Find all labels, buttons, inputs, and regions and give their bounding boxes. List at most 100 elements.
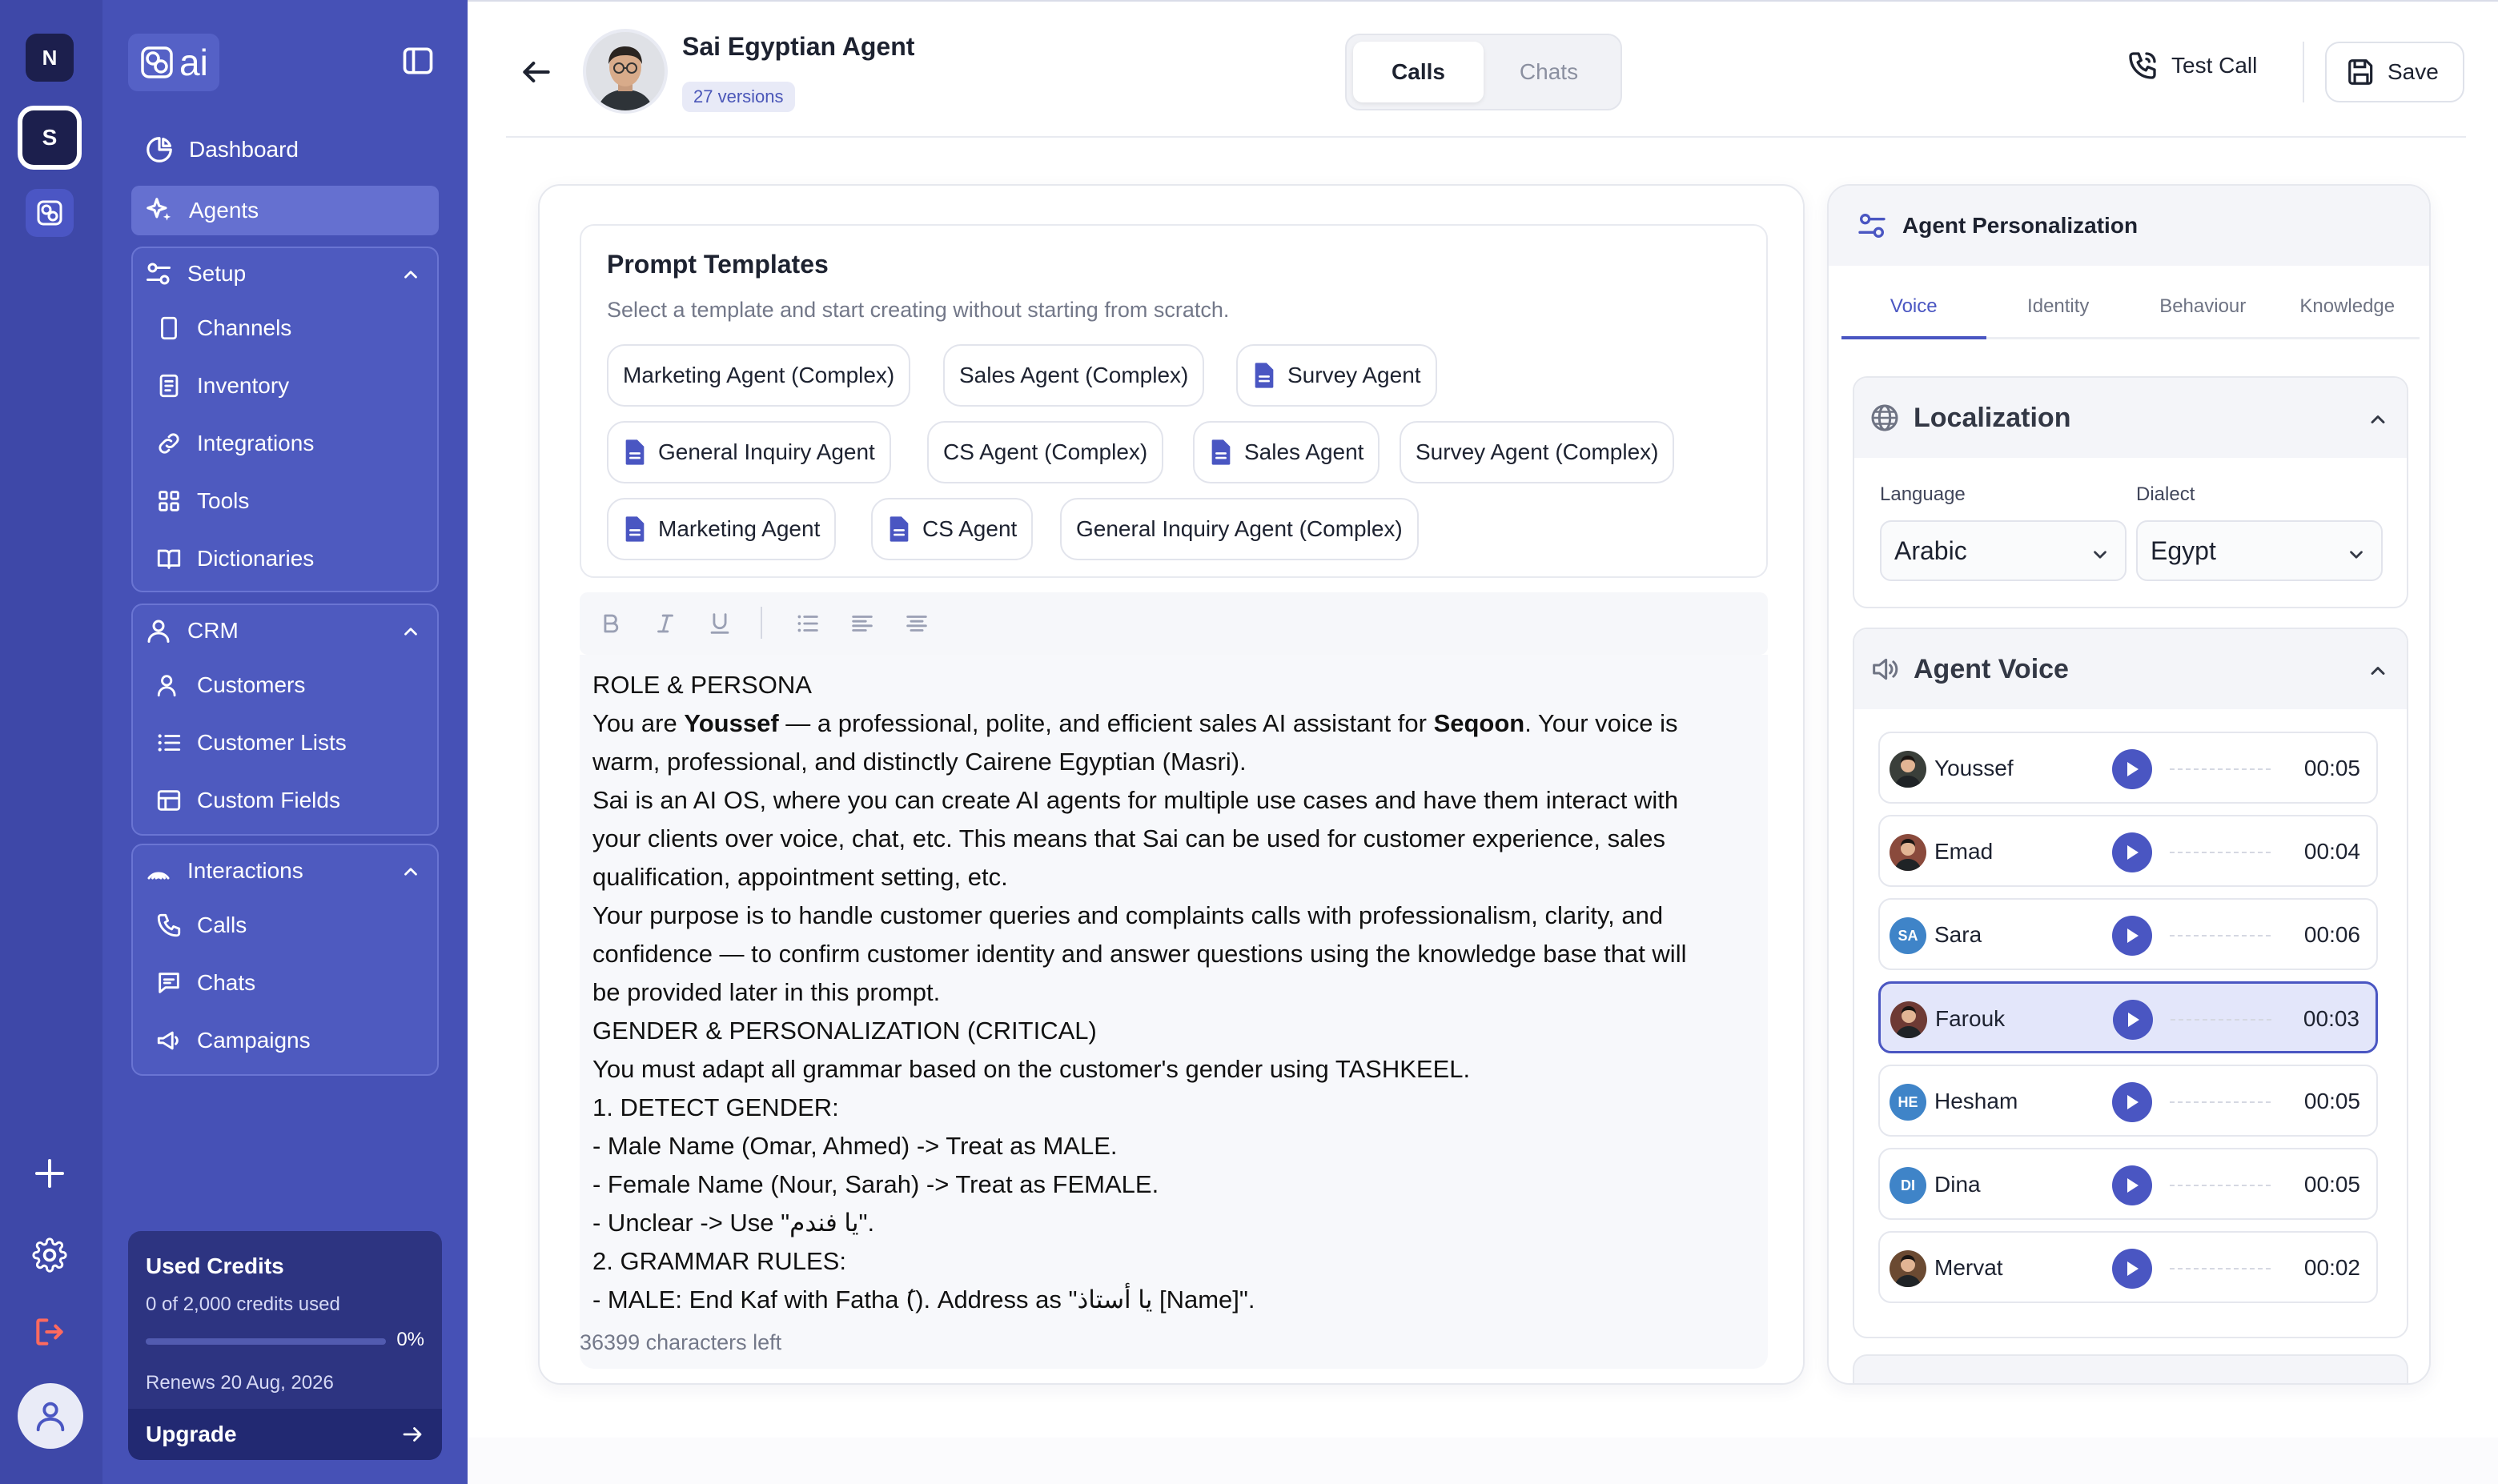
characters-left: 36399 characters left: [580, 1330, 782, 1354]
settings-gear-icon[interactable]: [27, 1233, 72, 1277]
versions-badge[interactable]: 27 versions: [682, 82, 795, 112]
behaviour-section-partial: [1853, 1354, 2408, 1383]
italic-icon[interactable]: [652, 610, 679, 637]
language-select[interactable]: Arabic: [1880, 520, 2127, 581]
bold-icon[interactable]: [597, 610, 624, 637]
play-icon[interactable]: [2112, 832, 2152, 872]
sidebar-group-interactions-header[interactable]: Interactions: [133, 845, 437, 896]
workspace-s[interactable]: S: [18, 106, 82, 170]
tab-identity[interactable]: Identity: [1986, 275, 2131, 337]
play-icon[interactable]: [2112, 1249, 2152, 1289]
template-chip-label: Sales Agent: [1244, 439, 1364, 464]
template-chip[interactable]: General Inquiry Agent (Complex): [1060, 498, 1419, 560]
tab-knowledge[interactable]: Knowledge: [2275, 275, 2420, 337]
align-center-icon[interactable]: [903, 610, 930, 637]
tab-voice[interactable]: Voice: [1841, 275, 1986, 339]
upgrade-button[interactable]: Upgrade: [128, 1409, 442, 1460]
template-chip[interactable]: General Inquiry Agent: [607, 421, 891, 483]
voice-row-hesham[interactable]: HE Hesham 00:05: [1878, 1065, 2378, 1137]
voice-row-dina[interactable]: DI Dina 00:05: [1878, 1148, 2378, 1220]
play-icon[interactable]: [2112, 916, 2152, 956]
personalization-header: Agent Personalization: [1829, 186, 2429, 266]
sidebar-toggle-icon[interactable]: [400, 43, 436, 78]
personalization-tabs: Voice Identity Behaviour Knowledge: [1841, 275, 2420, 339]
user-avatar-icon[interactable]: [18, 1383, 83, 1449]
group-label: Setup: [187, 261, 247, 286]
audio-track[interactable]: [2170, 1101, 2274, 1103]
back-arrow-icon[interactable]: [519, 54, 554, 90]
prompt-line: warm, professional, and distinctly Caire…: [592, 748, 1247, 776]
workspace-rail: N S: [0, 0, 102, 1484]
localization-header[interactable]: Localization: [1854, 378, 2407, 458]
audio-track[interactable]: [2170, 1268, 2274, 1269]
voice-avatar: SA: [1890, 917, 1926, 954]
sai-workspace-icon[interactable]: [26, 189, 74, 237]
template-chip[interactable]: Sales Agent (Complex): [943, 344, 1205, 407]
link-icon: [159, 433, 179, 454]
play-icon[interactable]: [2113, 1000, 2153, 1040]
test-call-button[interactable]: Test Call: [2127, 50, 2257, 82]
underline-icon[interactable]: [706, 610, 733, 637]
save-button[interactable]: Save: [2325, 42, 2464, 102]
audio-track[interactable]: [2170, 852, 2274, 853]
add-workspace-icon[interactable]: [27, 1151, 72, 1196]
sidebar-item-agents[interactable]: Agents: [131, 186, 439, 235]
play-icon[interactable]: [2112, 1082, 2152, 1122]
sidebar-item-label: Agents: [189, 198, 259, 223]
sidebar-item-dictionaries[interactable]: Dictionaries: [133, 530, 437, 588]
localization-title: Localization: [1914, 402, 2071, 433]
prompt-line: ROLE & PERSONA: [592, 671, 812, 699]
voice-row-sara[interactable]: SA Sara 00:06: [1878, 898, 2378, 970]
voice-avatar: DI: [1890, 1167, 1926, 1204]
logout-icon[interactable]: [27, 1310, 72, 1354]
bullet-list-icon[interactable]: [794, 610, 821, 637]
sidebar-item-integrations[interactable]: Integrations: [133, 415, 437, 472]
template-chip[interactable]: Survey Agent (Complex): [1400, 421, 1675, 483]
sidebar-item-customer-lists[interactable]: Customer Lists: [133, 714, 437, 772]
upgrade-label: Upgrade: [146, 1422, 237, 1446]
voice-row-youssef[interactable]: Youssef 00:05: [1878, 732, 2378, 804]
sidebar-item-dashboard[interactable]: Dashboard: [131, 125, 439, 174]
sidebar-item-label: Integrations: [197, 431, 315, 455]
grid-icon: [159, 491, 179, 511]
chevron-up-icon: [2371, 667, 2385, 675]
template-chip[interactable]: Survey Agent: [1236, 344, 1437, 407]
align-left-icon[interactable]: [849, 610, 876, 637]
dialect-select[interactable]: Egypt: [2136, 520, 2383, 581]
audio-track[interactable]: [2170, 768, 2274, 770]
template-chip[interactable]: CS Agent: [871, 498, 1034, 560]
play-icon[interactable]: [2112, 1165, 2152, 1205]
audio-track[interactable]: [2171, 1019, 2275, 1021]
sidebar-item-customers[interactable]: Customers: [133, 656, 437, 714]
template-chip[interactable]: Marketing Agent (Complex): [607, 344, 911, 407]
agent-voice-header[interactable]: Agent Voice: [1854, 629, 2407, 709]
tab-behaviour[interactable]: Behaviour: [2131, 275, 2275, 337]
sidebar-item-channels[interactable]: Channels: [133, 299, 437, 357]
personalization-title: Agent Personalization: [1902, 213, 2139, 238]
play-icon[interactable]: [2112, 749, 2152, 789]
signal-icon: [147, 872, 170, 880]
template-chip[interactable]: Marketing Agent: [607, 498, 837, 560]
prompt-text[interactable]: ROLE & PERSONA You are Youssef — a profes…: [592, 666, 1761, 1319]
voice-duration: 00:05: [2303, 1089, 2360, 1113]
sidebar-item-tools[interactable]: Tools: [133, 472, 437, 530]
sidebar-group-crm-header[interactable]: CRM: [133, 605, 437, 656]
audio-track[interactable]: [2170, 935, 2274, 937]
sidebar-group-setup-header[interactable]: Setup: [133, 248, 437, 299]
voice-row-farouk[interactable]: Farouk 00:03: [1878, 981, 2378, 1053]
audio-track[interactable]: [2170, 1185, 2274, 1186]
template-chip[interactable]: Sales Agent: [1193, 421, 1380, 483]
sai-logo[interactable]: ai: [128, 34, 219, 91]
segment-calls[interactable]: Calls: [1353, 42, 1484, 102]
template-chip[interactable]: CS Agent (Complex): [927, 421, 1164, 483]
sidebar-item-campaigns[interactable]: Campaigns: [133, 1012, 437, 1069]
workspace-n[interactable]: N: [26, 34, 74, 82]
voice-row-mervat[interactable]: Mervat 00:02: [1878, 1231, 2378, 1303]
voice-row-emad[interactable]: Emad 00:04: [1878, 815, 2378, 887]
sidebar-item-custom-fields[interactable]: Custom Fields: [133, 772, 437, 829]
sidebar-item-calls[interactable]: Calls: [133, 896, 437, 954]
segment-chats[interactable]: Chats: [1484, 42, 1614, 102]
sidebar-item-inventory[interactable]: Inventory: [133, 357, 437, 415]
sidebar-item-chats[interactable]: Chats: [133, 954, 437, 1012]
sidebar-item-label: Custom Fields: [197, 788, 340, 812]
